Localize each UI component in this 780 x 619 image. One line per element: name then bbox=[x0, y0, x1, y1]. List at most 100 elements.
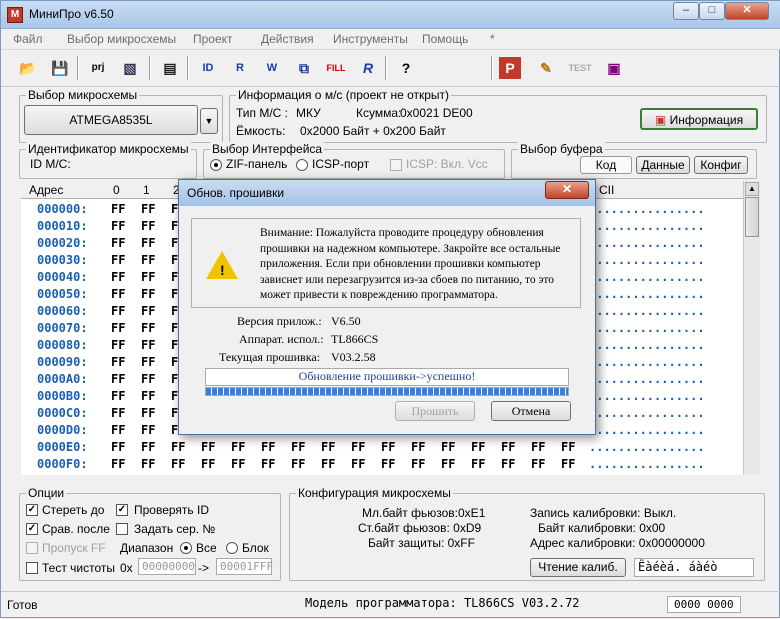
range-to-field[interactable]: 00001FFF bbox=[216, 558, 273, 575]
hex-byte[interactable]: FF bbox=[351, 440, 365, 454]
menu-actions[interactable]: Действия bbox=[261, 32, 314, 46]
hex-byte[interactable]: FF bbox=[111, 406, 125, 420]
hex-byte[interactable]: FF bbox=[261, 457, 275, 471]
chip-icon[interactable]: ▤ bbox=[157, 55, 183, 81]
erase-checkbox[interactable]: ✓ bbox=[26, 504, 38, 516]
hex-byte[interactable]: FF bbox=[321, 440, 335, 454]
hex-byte[interactable]: FF bbox=[141, 457, 155, 471]
hex-byte[interactable]: FF bbox=[531, 457, 545, 471]
hex-byte[interactable]: FF bbox=[141, 219, 155, 233]
hex-byte[interactable]: FF bbox=[231, 440, 245, 454]
hex-scrollbar[interactable]: ▲ bbox=[743, 181, 760, 475]
hex-byte[interactable]: FF bbox=[411, 440, 425, 454]
minimize-button[interactable]: – bbox=[673, 2, 699, 20]
tab-config[interactable]: Конфиг bbox=[694, 156, 748, 174]
hex-byte[interactable]: FF bbox=[111, 287, 125, 301]
hex-byte[interactable]: FF bbox=[111, 457, 125, 471]
save-icon[interactable]: 💾 bbox=[47, 55, 73, 81]
hex-byte[interactable]: FF bbox=[111, 321, 125, 335]
chip-dropdown-icon[interactable]: ▼ bbox=[200, 108, 218, 134]
range-from-field[interactable]: 00000000 bbox=[138, 558, 196, 575]
pick-icon[interactable]: ▧ bbox=[117, 55, 143, 81]
help-icon[interactable]: ? bbox=[393, 55, 419, 81]
read-id-icon[interactable]: ID bbox=[195, 55, 221, 81]
scroll-thumb[interactable] bbox=[745, 197, 759, 237]
tab-data[interactable]: Данные bbox=[636, 156, 690, 174]
fill-icon[interactable]: FILL bbox=[323, 55, 349, 81]
read-icon[interactable]: R bbox=[227, 55, 253, 81]
check-id-checkbox[interactable]: ✓ bbox=[116, 504, 128, 516]
hex-byte[interactable]: FF bbox=[351, 457, 365, 471]
test-icon[interactable]: TEST bbox=[567, 55, 593, 81]
menu-chip-select[interactable]: Выбор микросхемы bbox=[67, 32, 176, 46]
open-icon[interactable]: 📂 bbox=[15, 55, 41, 81]
cancel-button[interactable]: Отмена bbox=[491, 401, 571, 421]
hex-byte[interactable]: FF bbox=[141, 321, 155, 335]
read-cal-button[interactable]: Чтение калиб. bbox=[530, 558, 626, 577]
zif-radio[interactable] bbox=[210, 159, 222, 171]
hex-byte[interactable]: FF bbox=[141, 406, 155, 420]
menu-star[interactable]: * bbox=[490, 32, 495, 46]
hex-byte[interactable]: FF bbox=[111, 270, 125, 284]
hex-byte[interactable]: FF bbox=[111, 423, 125, 437]
hex-byte[interactable]: FF bbox=[141, 423, 155, 437]
blank-test-checkbox[interactable] bbox=[26, 562, 38, 574]
range-block-radio[interactable] bbox=[226, 542, 238, 554]
hex-byte[interactable]: FF bbox=[561, 440, 575, 454]
hex-byte[interactable]: FF bbox=[141, 338, 155, 352]
icsp-radio[interactable] bbox=[296, 159, 308, 171]
hex-byte[interactable]: FF bbox=[441, 440, 455, 454]
verify-icon[interactable]: ⧉ bbox=[291, 55, 317, 81]
skip-ff-checkbox[interactable] bbox=[26, 542, 38, 554]
hex-byte[interactable]: FF bbox=[141, 440, 155, 454]
menu-file[interactable]: Файл bbox=[13, 32, 43, 46]
hex-row[interactable]: 0000E0: FF FF FF FF FF FF FF FF FF FF FF FF FF FF FF FF.… bbox=[21, 440, 743, 457]
blank-r-icon[interactable]: R bbox=[355, 55, 381, 81]
chip-test-icon[interactable]: ▣ bbox=[601, 55, 627, 81]
hex-byte[interactable]: FF bbox=[111, 389, 125, 403]
hex-byte[interactable]: FF bbox=[141, 253, 155, 267]
set-serial-checkbox[interactable] bbox=[116, 523, 128, 535]
cal-field[interactable]: Ëàéèá. áàéò bbox=[634, 558, 754, 577]
hex-byte[interactable]: FF bbox=[111, 236, 125, 250]
range-all-radio[interactable] bbox=[180, 542, 192, 554]
hex-row[interactable]: 0000F0: FF FF FF FF FF FF FF FF FF FF FF FF FF FF FF FF.… bbox=[21, 457, 743, 474]
hex-byte[interactable]: FF bbox=[381, 440, 395, 454]
hex-byte[interactable]: FF bbox=[111, 253, 125, 267]
hex-byte[interactable]: FF bbox=[171, 440, 185, 454]
hex-byte[interactable]: FF bbox=[111, 219, 125, 233]
hex-byte[interactable]: FF bbox=[141, 372, 155, 386]
hex-byte[interactable]: FF bbox=[291, 440, 305, 454]
hex-byte[interactable]: FF bbox=[201, 457, 215, 471]
chip-select-button[interactable]: ATMEGA8535L bbox=[24, 105, 198, 135]
hex-byte[interactable]: FF bbox=[471, 457, 485, 471]
icsp-vcc-checkbox[interactable] bbox=[390, 159, 402, 171]
hex-byte[interactable]: FF bbox=[261, 440, 275, 454]
hex-byte[interactable]: FF bbox=[141, 287, 155, 301]
dialog-close-button[interactable]: ✕ bbox=[545, 181, 589, 199]
hex-byte[interactable]: FF bbox=[141, 236, 155, 250]
hex-byte[interactable]: FF bbox=[441, 457, 455, 471]
maximize-button[interactable]: □ bbox=[699, 2, 725, 20]
hex-byte[interactable]: FF bbox=[201, 440, 215, 454]
hex-byte[interactable]: FF bbox=[381, 457, 395, 471]
tab-code[interactable]: Код bbox=[580, 156, 632, 174]
hex-byte[interactable]: FF bbox=[141, 355, 155, 369]
program-p-icon[interactable]: P bbox=[499, 57, 521, 79]
menu-project[interactable]: Проект bbox=[193, 32, 233, 46]
menu-tools[interactable]: Инструменты bbox=[333, 32, 408, 46]
hex-byte[interactable]: FF bbox=[321, 457, 335, 471]
scroll-up-icon[interactable]: ▲ bbox=[745, 182, 759, 196]
hex-byte[interactable]: FF bbox=[111, 355, 125, 369]
hex-byte[interactable]: FF bbox=[231, 457, 245, 471]
hex-byte[interactable]: FF bbox=[141, 304, 155, 318]
hex-byte[interactable]: FF bbox=[111, 202, 125, 216]
notepad-icon[interactable]: ✎ bbox=[533, 55, 559, 81]
information-button[interactable]: ▣ Информация bbox=[640, 108, 758, 130]
compare-checkbox[interactable]: ✓ bbox=[26, 523, 38, 535]
hex-byte[interactable]: FF bbox=[411, 457, 425, 471]
menu-help[interactable]: Помощь bbox=[422, 32, 468, 46]
flash-button[interactable]: Прошить bbox=[395, 401, 475, 421]
close-button[interactable]: ✕ bbox=[725, 2, 769, 20]
hex-byte[interactable]: FF bbox=[111, 372, 125, 386]
